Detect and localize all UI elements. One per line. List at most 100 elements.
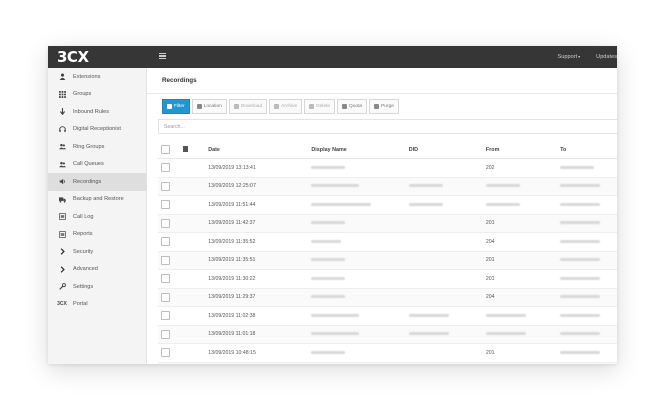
redacted-did xyxy=(408,332,449,336)
table-row[interactable]: 13/09/2019 11:42:37 201 xyxy=(158,214,617,233)
table-row[interactable]: 13/09/2019 11:01:18 xyxy=(158,325,617,344)
sidebar-item-backup-and-restore[interactable]: Backup and Restore xyxy=(48,191,146,209)
row-checkbox[interactable] xyxy=(161,255,170,265)
sidebar-item-reports[interactable]: Reports xyxy=(48,226,146,244)
filter-button[interactable]: Filter xyxy=(162,99,190,114)
sidebar-item-label: Ring Groups xyxy=(73,143,105,150)
redacted-to xyxy=(560,184,601,188)
row-checkbox[interactable] xyxy=(161,329,170,339)
redacted-to xyxy=(560,276,601,280)
column-did[interactable]: DID xyxy=(409,147,486,153)
redacted-display-name xyxy=(311,202,372,206)
sidebar-item-settings[interactable]: Settings xyxy=(48,278,146,296)
redacted-display-name xyxy=(311,276,346,280)
table-row[interactable]: 13/09/2019 11:51:44 xyxy=(158,196,617,215)
sidebar-item-call-queues[interactable]: Call Queues xyxy=(48,156,146,174)
redacted-from xyxy=(485,313,526,317)
purge-button[interactable]: Purge xyxy=(369,99,399,114)
menu-toggle-icon[interactable] xyxy=(159,53,166,60)
redacted-display-name xyxy=(311,295,346,299)
table-row[interactable]: 13/09/2019 12:25:07 xyxy=(158,177,617,196)
quota-button[interactable]: Quota xyxy=(337,99,368,114)
archive-icon xyxy=(274,104,280,109)
delete-button[interactable]: Delete xyxy=(304,99,336,114)
sidebar-item-extensions[interactable]: Extensions xyxy=(48,68,146,86)
column-display-name[interactable]: Display Name xyxy=(311,147,408,153)
page-title: Recordings xyxy=(147,68,617,94)
download-icon xyxy=(233,104,239,109)
row-checkbox[interactable] xyxy=(161,237,170,247)
updates-menu[interactable]: Updates xyxy=(596,54,617,60)
row-checkbox[interactable] xyxy=(161,218,170,228)
truck-icon xyxy=(58,195,66,203)
table-row[interactable]: 13/09/2019 11:30:22 201 xyxy=(158,270,617,289)
redacted-to xyxy=(560,165,595,169)
table-row[interactable]: 13/09/2019 10:44:41201 xyxy=(158,362,617,364)
top-right-menu: Support▾ Updates xyxy=(542,46,617,68)
grid-icon xyxy=(58,90,66,98)
sidebar-item-portal[interactable]: 3CX Portal xyxy=(48,296,146,314)
sidebar-item-label: Extensions xyxy=(73,73,101,80)
3cx-logo[interactable]: 3CX xyxy=(57,48,89,66)
columns-icon[interactable] xyxy=(183,145,189,152)
redacted-to xyxy=(560,313,601,317)
redacted-to xyxy=(560,258,601,262)
redacted-from xyxy=(485,202,520,206)
sidebar: Extensions Groups Inbound Rules Digital … xyxy=(48,68,147,364)
redacted-display-name xyxy=(311,258,346,262)
row-checkbox[interactable] xyxy=(161,163,170,173)
redacted-display-name xyxy=(311,239,342,243)
cell-from: 204 xyxy=(485,294,495,301)
table-row[interactable]: 13/09/2019 10:48:15 201 xyxy=(158,344,617,363)
table-body: 13/09/2019 13:13:41 202 13/09/2019 12:25:0… xyxy=(158,159,617,364)
column-to[interactable]: To xyxy=(560,147,617,153)
location-button[interactable]: Location xyxy=(191,99,227,114)
cell-date: 13/09/2019 10:48:15 xyxy=(208,349,256,356)
sidebar-item-recordings[interactable]: Recordings xyxy=(48,173,146,191)
app-window: 3CX Support▾ Updates Extensions Groups I… xyxy=(48,46,617,364)
download-button[interactable]: Download xyxy=(228,99,268,114)
sidebar-item-label: Call Log xyxy=(73,213,94,220)
column-from[interactable]: From xyxy=(486,147,560,153)
recordings-table: Date Display Name DID From To 13/09/2019… xyxy=(158,141,617,364)
row-checkbox[interactable] xyxy=(161,181,170,191)
select-all-checkbox[interactable] xyxy=(161,145,170,154)
sidebar-item-security[interactable]: Security xyxy=(48,243,146,261)
cell-from: 201 xyxy=(485,257,495,264)
search-input[interactable] xyxy=(158,119,617,134)
table-row[interactable]: 13/09/2019 11:02:38 xyxy=(158,307,617,326)
column-date[interactable]: Date xyxy=(208,147,311,153)
row-checkbox[interactable] xyxy=(161,274,170,284)
row-checkbox[interactable] xyxy=(161,311,170,321)
cell-date: 13/09/2019 11:29:37 xyxy=(208,294,256,301)
sidebar-item-label: Reports xyxy=(73,231,93,238)
row-checkbox[interactable] xyxy=(161,292,170,302)
cell-date: 13/09/2019 11:01:18 xyxy=(208,331,256,338)
disk-icon xyxy=(342,104,348,109)
redacted-display-name xyxy=(311,221,346,225)
archive-button[interactable]: Archive xyxy=(269,99,303,114)
row-checkbox[interactable] xyxy=(161,348,170,358)
sidebar-item-ring-groups[interactable]: Ring Groups xyxy=(48,138,146,156)
arrow-down-icon xyxy=(58,108,66,116)
redacted-to xyxy=(560,295,601,299)
sidebar-item-inbound-rules[interactable]: Inbound Rules xyxy=(48,103,146,121)
sidebar-item-label: Security xyxy=(73,248,94,255)
table-row[interactable]: 13/09/2019 11:35:52 204 xyxy=(158,233,617,252)
sidebar-item-advanced[interactable]: Advanced xyxy=(48,261,146,279)
table-row[interactable]: 13/09/2019 11:35:51 201 xyxy=(158,251,617,270)
sidebar-item-digital-receptionist[interactable]: Digital Receptionist xyxy=(48,121,146,139)
cell-from: 204 xyxy=(485,238,495,245)
redacted-display-name xyxy=(311,165,346,169)
table-row[interactable]: 13/09/2019 13:13:41 202 xyxy=(158,159,617,178)
sidebar-item-groups[interactable]: Groups xyxy=(48,86,146,104)
support-menu[interactable]: Support▾ xyxy=(558,54,581,60)
table-row[interactable]: 13/09/2019 11:29:37 204 xyxy=(158,288,617,307)
toolbar: Filter Location Download Archive Delete … xyxy=(162,99,401,114)
row-checkbox[interactable] xyxy=(161,200,170,210)
wrench-icon xyxy=(58,283,66,291)
sidebar-item-call-log[interactable]: Call Log xyxy=(48,208,146,226)
redacted-to xyxy=(560,202,601,206)
document-icon xyxy=(374,104,380,109)
cell-from: 201 xyxy=(485,275,495,282)
